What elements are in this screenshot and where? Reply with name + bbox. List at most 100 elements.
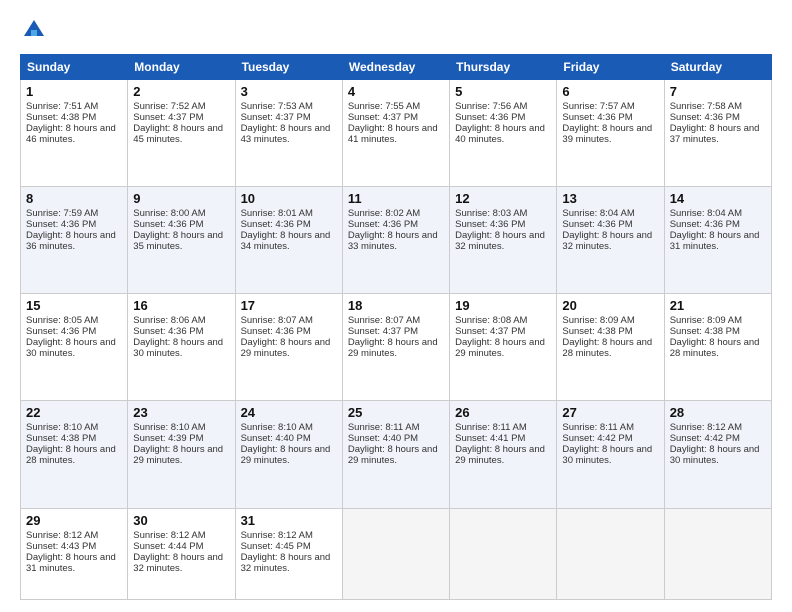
sunset-label: Sunset: 4:40 PM [348, 433, 418, 444]
daylight-label: Daylight: 8 hours and 41 minutes. [348, 123, 438, 145]
table-row: 23 Sunrise: 8:10 AM Sunset: 4:39 PM Dayl… [128, 401, 235, 508]
sunrise-label: Sunrise: 8:07 AM [241, 315, 313, 326]
sunrise-label: Sunrise: 8:12 AM [133, 530, 205, 541]
sunset-label: Sunset: 4:36 PM [562, 112, 632, 123]
table-row: 8 Sunrise: 7:59 AM Sunset: 4:36 PM Dayli… [21, 187, 128, 294]
sunrise-label: Sunrise: 8:09 AM [562, 315, 634, 326]
day-number: 30 [133, 513, 229, 528]
table-row [557, 508, 664, 600]
day-number: 9 [133, 191, 229, 206]
table-row: 24 Sunrise: 8:10 AM Sunset: 4:40 PM Dayl… [235, 401, 342, 508]
day-number: 31 [241, 513, 337, 528]
day-number: 23 [133, 405, 229, 420]
daylight-label: Daylight: 8 hours and 29 minutes. [348, 444, 438, 466]
day-number: 1 [26, 84, 122, 99]
col-sunday: Sunday [21, 55, 128, 80]
day-number: 3 [241, 84, 337, 99]
daylight-label: Daylight: 8 hours and 37 minutes. [670, 123, 760, 145]
logo-icon [20, 16, 48, 44]
sunrise-label: Sunrise: 8:00 AM [133, 208, 205, 219]
daylight-label: Daylight: 8 hours and 29 minutes. [348, 337, 438, 359]
daylight-label: Daylight: 8 hours and 32 minutes. [455, 230, 545, 252]
sunrise-label: Sunrise: 7:52 AM [133, 101, 205, 112]
col-tuesday: Tuesday [235, 55, 342, 80]
table-row: 20 Sunrise: 8:09 AM Sunset: 4:38 PM Dayl… [557, 294, 664, 401]
table-row: 14 Sunrise: 8:04 AM Sunset: 4:36 PM Dayl… [664, 187, 771, 294]
page: Sunday Monday Tuesday Wednesday Thursday… [0, 0, 792, 612]
sunrise-label: Sunrise: 8:01 AM [241, 208, 313, 219]
calendar-header-row: Sunday Monday Tuesday Wednesday Thursday… [21, 55, 772, 80]
col-thursday: Thursday [450, 55, 557, 80]
col-monday: Monday [128, 55, 235, 80]
col-wednesday: Wednesday [342, 55, 449, 80]
day-number: 4 [348, 84, 444, 99]
day-number: 8 [26, 191, 122, 206]
table-row [342, 508, 449, 600]
daylight-label: Daylight: 8 hours and 43 minutes. [241, 123, 331, 145]
sunrise-label: Sunrise: 7:51 AM [26, 101, 98, 112]
sunset-label: Sunset: 4:38 PM [562, 326, 632, 337]
sunrise-label: Sunrise: 8:10 AM [241, 422, 313, 433]
sunrise-label: Sunrise: 8:02 AM [348, 208, 420, 219]
day-number: 12 [455, 191, 551, 206]
daylight-label: Daylight: 8 hours and 28 minutes. [26, 444, 116, 466]
sunset-label: Sunset: 4:36 PM [26, 326, 96, 337]
sunrise-label: Sunrise: 8:12 AM [670, 422, 742, 433]
sunrise-label: Sunrise: 8:11 AM [455, 422, 527, 433]
sunset-label: Sunset: 4:36 PM [455, 219, 525, 230]
sunset-label: Sunset: 4:43 PM [26, 541, 96, 552]
day-number: 15 [26, 298, 122, 313]
sunset-label: Sunset: 4:37 PM [348, 112, 418, 123]
table-row: 7 Sunrise: 7:58 AM Sunset: 4:36 PM Dayli… [664, 80, 771, 187]
sunset-label: Sunset: 4:37 PM [241, 112, 311, 123]
daylight-label: Daylight: 8 hours and 32 minutes. [562, 230, 652, 252]
sunset-label: Sunset: 4:41 PM [455, 433, 525, 444]
table-row: 3 Sunrise: 7:53 AM Sunset: 4:37 PM Dayli… [235, 80, 342, 187]
daylight-label: Daylight: 8 hours and 29 minutes. [455, 337, 545, 359]
sunset-label: Sunset: 4:39 PM [133, 433, 203, 444]
daylight-label: Daylight: 8 hours and 29 minutes. [241, 337, 331, 359]
table-row: 18 Sunrise: 8:07 AM Sunset: 4:37 PM Dayl… [342, 294, 449, 401]
table-row: 17 Sunrise: 8:07 AM Sunset: 4:36 PM Dayl… [235, 294, 342, 401]
daylight-label: Daylight: 8 hours and 35 minutes. [133, 230, 223, 252]
sunrise-label: Sunrise: 8:12 AM [241, 530, 313, 541]
table-row: 13 Sunrise: 8:04 AM Sunset: 4:36 PM Dayl… [557, 187, 664, 294]
header [20, 16, 772, 44]
day-number: 2 [133, 84, 229, 99]
day-number: 28 [670, 405, 766, 420]
sunset-label: Sunset: 4:36 PM [348, 219, 418, 230]
sunrise-label: Sunrise: 7:57 AM [562, 101, 634, 112]
sunrise-label: Sunrise: 8:04 AM [670, 208, 742, 219]
sunset-label: Sunset: 4:36 PM [670, 219, 740, 230]
day-number: 29 [26, 513, 122, 528]
sunrise-label: Sunrise: 8:08 AM [455, 315, 527, 326]
sunrise-label: Sunrise: 8:10 AM [26, 422, 98, 433]
sunset-label: Sunset: 4:40 PM [241, 433, 311, 444]
table-row [664, 508, 771, 600]
calendar-week-row: 22 Sunrise: 8:10 AM Sunset: 4:38 PM Dayl… [21, 401, 772, 508]
day-number: 19 [455, 298, 551, 313]
daylight-label: Daylight: 8 hours and 29 minutes. [133, 444, 223, 466]
day-number: 16 [133, 298, 229, 313]
calendar-table: Sunday Monday Tuesday Wednesday Thursday… [20, 54, 772, 600]
sunrise-label: Sunrise: 7:58 AM [670, 101, 742, 112]
daylight-label: Daylight: 8 hours and 31 minutes. [26, 552, 116, 574]
daylight-label: Daylight: 8 hours and 28 minutes. [670, 337, 760, 359]
logo [20, 16, 50, 44]
table-row: 11 Sunrise: 8:02 AM Sunset: 4:36 PM Dayl… [342, 187, 449, 294]
sunrise-label: Sunrise: 7:53 AM [241, 101, 313, 112]
table-row: 16 Sunrise: 8:06 AM Sunset: 4:36 PM Dayl… [128, 294, 235, 401]
table-row: 31 Sunrise: 8:12 AM Sunset: 4:45 PM Dayl… [235, 508, 342, 600]
sunrise-label: Sunrise: 8:03 AM [455, 208, 527, 219]
sunrise-label: Sunrise: 8:05 AM [26, 315, 98, 326]
daylight-label: Daylight: 8 hours and 39 minutes. [562, 123, 652, 145]
sunrise-label: Sunrise: 7:56 AM [455, 101, 527, 112]
sunset-label: Sunset: 4:38 PM [26, 433, 96, 444]
table-row: 4 Sunrise: 7:55 AM Sunset: 4:37 PM Dayli… [342, 80, 449, 187]
daylight-label: Daylight: 8 hours and 30 minutes. [562, 444, 652, 466]
daylight-label: Daylight: 8 hours and 30 minutes. [133, 337, 223, 359]
day-number: 14 [670, 191, 766, 206]
sunrise-label: Sunrise: 8:11 AM [562, 422, 634, 433]
table-row: 6 Sunrise: 7:57 AM Sunset: 4:36 PM Dayli… [557, 80, 664, 187]
day-number: 17 [241, 298, 337, 313]
